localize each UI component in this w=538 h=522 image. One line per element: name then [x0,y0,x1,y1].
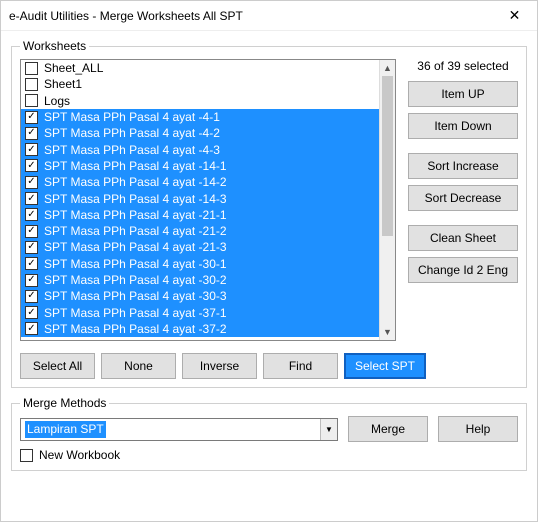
list-item-label: SPT Masa PPh Pasal 4 ayat -37-2 [44,322,227,336]
merge-legend: Merge Methods [20,396,109,410]
checkbox[interactable]: ✓ [25,306,38,319]
list-item-label: Sheet_ALL [44,61,103,75]
list-item-label: SPT Masa PPh Pasal 4 ayat -14-3 [44,192,227,206]
select-spt-button[interactable]: Select SPT [344,353,426,379]
help-button[interactable]: Help [438,416,518,442]
list-item-label: SPT Masa PPh Pasal 4 ayat -30-1 [44,257,227,271]
checkbox[interactable]: ✓ [25,159,38,172]
new-workbook-label: New Workbook [39,448,120,462]
checkbox[interactable]: ✓ [25,192,38,205]
list-item[interactable]: ✓ SPT Masa PPh Pasal 4 ayat -21-2 [21,223,379,239]
scroll-thumb[interactable] [382,76,393,236]
list-item-label: SPT Masa PPh Pasal 4 ayat -4-1 [44,110,220,124]
list-item-label: SPT Masa PPh Pasal 4 ayat -21-2 [44,224,227,238]
checkbox[interactable]: ✓ [25,208,38,221]
list-item-label: Logs [44,94,70,108]
list-item[interactable]: ✓ SPT Masa PPh Pasal 4 ayat -37-2 [21,321,379,337]
list-item[interactable]: ✓ SPT Masa PPh Pasal 4 ayat -14-2 [21,174,379,190]
list-item[interactable]: ✓ SPT Masa PPh Pasal 4 ayat -21-3 [21,239,379,255]
list-item-label: SPT Masa PPh Pasal 4 ayat -4-2 [44,126,220,140]
list-item-label: Sheet1 [44,77,82,91]
list-item-label: SPT Masa PPh Pasal 4 ayat -21-3 [44,240,227,254]
worksheets-listbox[interactable]: Sheet_ALL Sheet1 Logs ✓ SPT Masa PPh Pasal 4… [20,59,396,341]
list-item[interactable]: ✓ SPT Masa PPh Pasal 4 ayat -21-1 [21,207,379,223]
checkbox[interactable]: ✓ [25,290,38,303]
list-item[interactable]: ✓ SPT Masa PPh Pasal 4 ayat -14-1 [21,158,379,174]
inverse-button[interactable]: Inverse [182,353,257,379]
find-button[interactable]: Find [263,353,338,379]
checkbox[interactable]: ✓ [25,225,38,238]
list-item-label: SPT Masa PPh Pasal 4 ayat -4-3 [44,143,220,157]
checkbox[interactable]: ✓ [25,257,38,270]
merge-method-selected: Lampiran SPT [25,421,106,438]
item-up-button[interactable]: Item UP [408,81,518,107]
list-item[interactable]: Sheet_ALL [21,60,379,76]
clean-sheet-button[interactable]: Clean Sheet [408,225,518,251]
list-item[interactable]: Sheet1 [21,76,379,92]
checkbox[interactable]: ✓ [25,111,38,124]
item-down-button[interactable]: Item Down [408,113,518,139]
list-item[interactable]: ✓ SPT Masa PPh Pasal 4 ayat -14-3 [21,190,379,206]
scroll-up-icon[interactable]: ▲ [380,60,395,76]
checkbox[interactable]: ✓ [25,127,38,140]
checkbox[interactable] [25,94,38,107]
list-item[interactable]: ✓ SPT Masa PPh Pasal 4 ayat -30-2 [21,272,379,288]
sort-decrease-button[interactable]: Sort Decrease [408,185,518,211]
worksheets-legend: Worksheets [20,39,89,53]
scroll-down-icon[interactable]: ▼ [380,324,395,340]
list-item[interactable]: Logs [21,93,379,109]
list-item-label: SPT Masa PPh Pasal 4 ayat -14-1 [44,159,227,173]
list-item-label: SPT Masa PPh Pasal 4 ayat -21-1 [44,208,227,222]
list-item[interactable]: ✓ SPT Masa PPh Pasal 4 ayat -30-1 [21,256,379,272]
list-item[interactable]: ✓ SPT Masa PPh Pasal 4 ayat -37-1 [21,304,379,320]
list-item-label: SPT Masa PPh Pasal 4 ayat -30-3 [44,289,227,303]
checkbox[interactable]: ✓ [25,322,38,335]
list-item-label: SPT Masa PPh Pasal 4 ayat -14-2 [44,175,227,189]
new-workbook-checkbox[interactable] [20,449,33,462]
checkbox[interactable] [25,78,38,91]
merge-method-combo[interactable]: Lampiran SPT ▼ [20,418,338,441]
checkbox[interactable]: ✓ [25,241,38,254]
list-item[interactable]: ✓ SPT Masa PPh Pasal 4 ayat -4-2 [21,125,379,141]
close-icon[interactable]: ✕ [492,1,537,31]
merge-button[interactable]: Merge [348,416,428,442]
change-id-button[interactable]: Change Id 2 Eng [408,257,518,283]
none-button[interactable]: None [101,353,176,379]
list-item[interactable]: ✓ SPT Masa PPh Pasal 4 ayat -4-1 [21,109,379,125]
scrollbar[interactable]: ▲ ▼ [379,60,395,340]
list-item[interactable]: ✓ SPT Masa PPh Pasal 4 ayat -30-3 [21,288,379,304]
window-title: e-Audit Utilities - Merge Worksheets All… [9,9,492,23]
checkbox[interactable]: ✓ [25,176,38,189]
selection-status: 36 of 39 selected [408,59,518,73]
checkbox[interactable] [25,62,38,75]
chevron-down-icon[interactable]: ▼ [320,419,337,440]
list-item-label: SPT Masa PPh Pasal 4 ayat -30-2 [44,273,227,287]
list-item-label: SPT Masa PPh Pasal 4 ayat -37-1 [44,306,227,320]
checkbox[interactable]: ✓ [25,274,38,287]
select-all-button[interactable]: Select All [20,353,95,379]
sort-increase-button[interactable]: Sort Increase [408,153,518,179]
checkbox[interactable]: ✓ [25,143,38,156]
list-item[interactable]: ✓ SPT Masa PPh Pasal 4 ayat -4-3 [21,141,379,157]
